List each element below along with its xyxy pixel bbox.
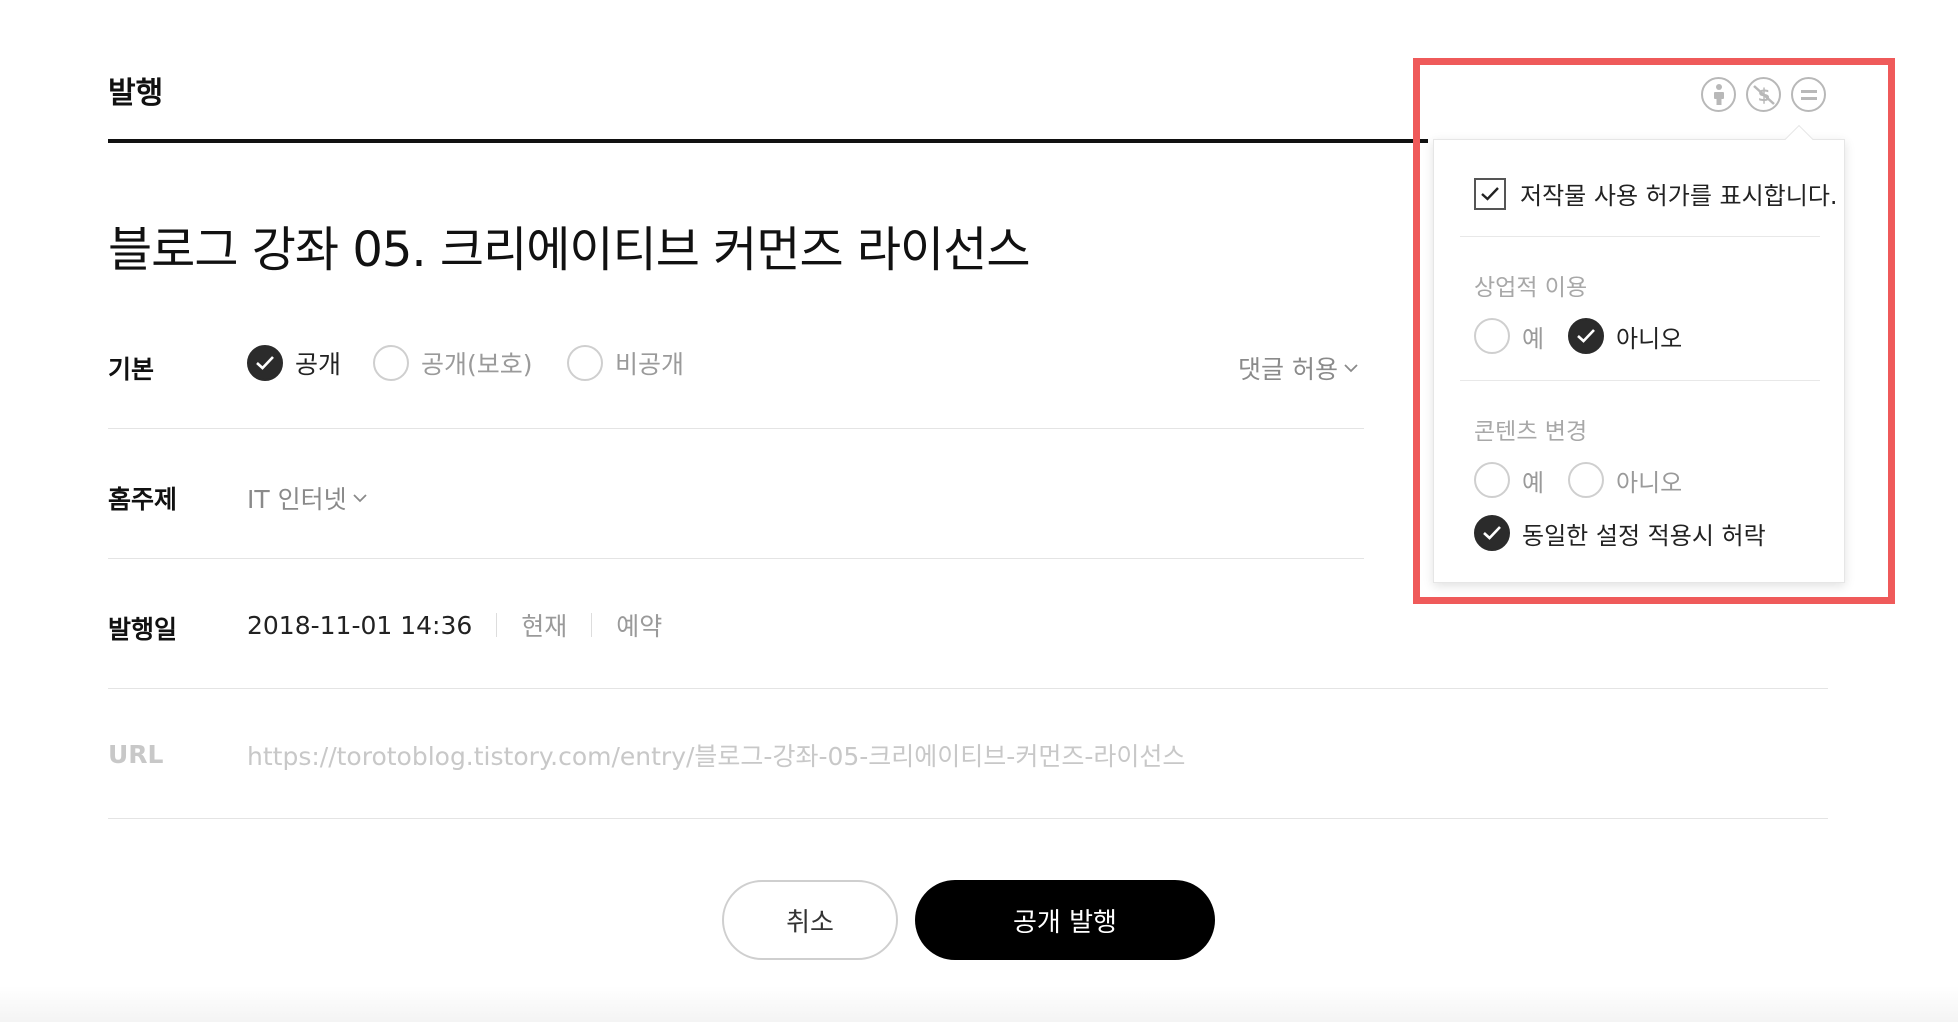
cancel-button[interactable]: 취소 [722, 880, 898, 960]
publish-date-label: 발행일 [108, 615, 178, 644]
comments-dropdown-label: 댓글 허용 [1238, 355, 1338, 384]
category-label: 홈주제 [108, 485, 178, 514]
chevron-down-icon [352, 494, 367, 503]
page-title: 발행 [108, 76, 164, 111]
radio-protected[interactable]: 공개(보호) [373, 345, 533, 381]
row-divider [108, 428, 1364, 429]
radio-public[interactable]: 공개 [247, 345, 341, 381]
radio-circle-icon [373, 345, 409, 381]
radio-private[interactable]: 비공개 [567, 345, 684, 381]
header-divider [108, 139, 1428, 143]
row-divider [108, 818, 1828, 819]
url-label: URL [108, 740, 164, 769]
url-field: https://torotoblog.tistory.com/entry/블로그… [247, 742, 1186, 771]
separator [591, 613, 593, 637]
radio-private-label: 비공개 [615, 350, 685, 379]
row-divider [108, 558, 1364, 559]
category-dropdown[interactable]: IT 인터넷 [247, 480, 367, 516]
separator [496, 613, 498, 637]
category-value: IT 인터넷 [247, 485, 347, 514]
radio-protected-label: 공개(보호) [421, 350, 533, 379]
post-title: 블로그 강좌 05. 크리에이티브 커먼즈 라이선스 [108, 222, 1031, 278]
radio-public-label: 공개 [295, 350, 342, 379]
chevron-down-icon [1344, 364, 1358, 373]
comments-dropdown[interactable]: 댓글 허용 [1238, 350, 1358, 386]
publish-button[interactable]: 공개 발행 [915, 880, 1215, 960]
row-divider [108, 688, 1828, 689]
page-bottom-shade [0, 986, 1958, 1022]
visibility-label: 기본 [108, 355, 155, 384]
publish-date-value: 2018-11-01 14:36 [247, 610, 473, 640]
radio-check-icon [247, 345, 283, 381]
publish-date-row: 2018-11-01 14:36 현재 예약 [247, 607, 662, 643]
highlight-box [1413, 58, 1895, 604]
radio-circle-icon [567, 345, 603, 381]
reserve-option[interactable]: 예약 [616, 607, 662, 643]
now-option[interactable]: 현재 [521, 607, 567, 643]
